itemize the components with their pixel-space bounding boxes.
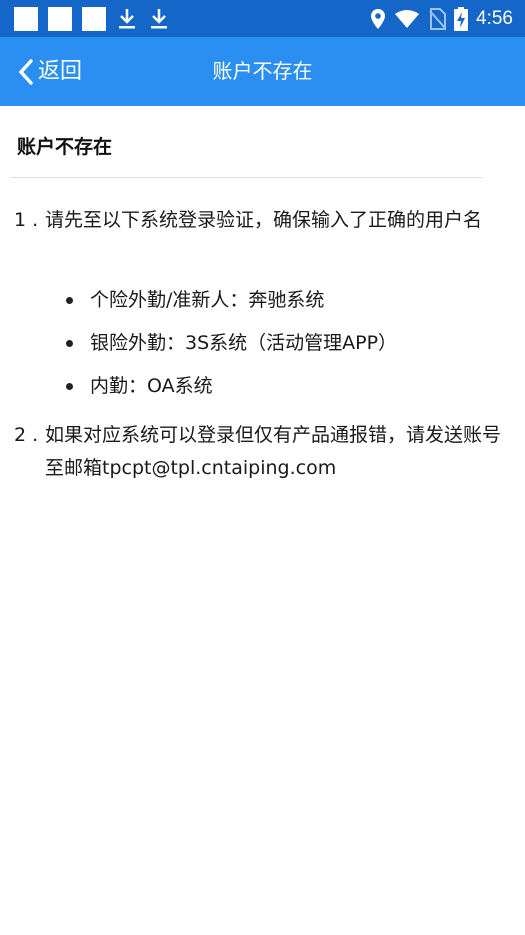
status-time: 4:56 <box>476 8 513 29</box>
download-icon <box>151 9 167 29</box>
chevron-left-icon <box>19 58 33 85</box>
app-bar: 返回 账户不存在 <box>0 37 525 106</box>
no-sim-icon <box>429 8 447 30</box>
notification-area <box>14 7 170 31</box>
bullet-text: 个险外勤/准新人：奔驰系统 <box>90 289 325 311</box>
location-icon <box>371 9 386 29</box>
notification-square-icon <box>48 7 72 31</box>
system-status-area: 4:56 <box>370 6 513 32</box>
bullet-dot-icon <box>66 297 73 304</box>
bullet-text: 银险外勤：3S系统（活动管理APP） <box>90 332 398 354</box>
notification-square-icon <box>82 7 106 31</box>
bullet-text: 内勤：OA系统 <box>90 375 213 397</box>
status-bar: 4:56 <box>0 0 525 37</box>
back-button[interactable]: 返回 <box>16 37 82 106</box>
bullet-dot-icon <box>66 340 73 347</box>
notification-square-icon <box>14 7 38 31</box>
wifi-icon <box>395 10 420 28</box>
item-text: 请先至以下系统登录验证，确保输入了正确的用户名 <box>45 209 483 231</box>
divider <box>10 177 483 178</box>
download-icon <box>119 9 135 29</box>
content-heading: 账户不存在 <box>17 136 113 158</box>
item-text: 如果对应系统可以登录但仅有产品通报错，请发送账号至邮箱tpcpt@tpl.cnt… <box>45 424 502 479</box>
bullet-dot-icon <box>66 383 73 390</box>
item-number: 1 . <box>14 209 39 231</box>
back-label: 返回 <box>38 59 83 84</box>
battery-charging-icon <box>454 7 469 31</box>
item-number: 2 . <box>14 424 39 446</box>
